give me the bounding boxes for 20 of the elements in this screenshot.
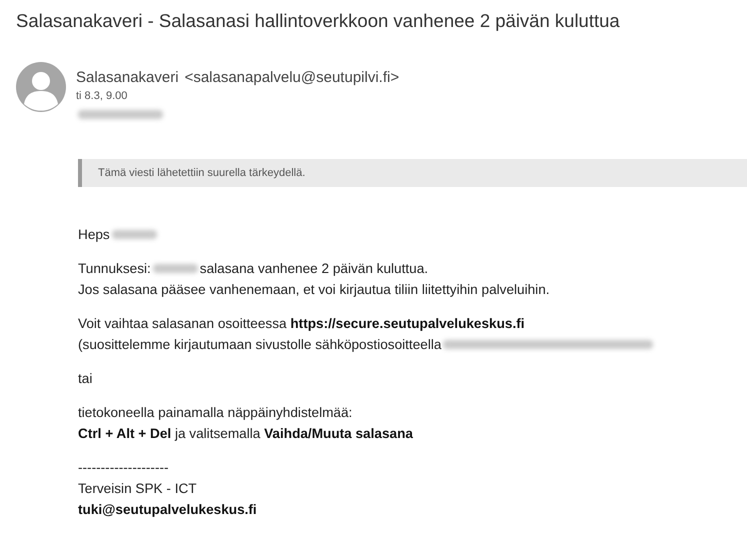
- body-text: Ctrl + Alt + Del ja valitsemalla Vaihda/Muuta salasana: [78, 425, 413, 443]
- body-text: Terveisin SPK - ICT: [78, 480, 197, 498]
- email-subject: Salasanakaveri - Salasanasi hallintoverkkoon vanhenee 2 päivän kuluttua: [16, 9, 620, 33]
- body-text: tai: [78, 370, 92, 388]
- body-text: Heps: [78, 226, 110, 244]
- body-text: salasana vanhenee 2 päivän kuluttua.: [200, 260, 428, 278]
- body-text: tietokoneella painamalla näppäinyhdistelmää:: [78, 404, 352, 422]
- sender-email: <salasanapalvelu@seutupilvi.fi>: [184, 68, 400, 88]
- body-text: --------------------: [78, 459, 169, 477]
- redacted-text: [152, 264, 198, 273]
- sender-name: Salasanakaveri: [76, 68, 179, 88]
- avatar-icon: [16, 62, 66, 112]
- body-text: (suosittelemme kirjautumaan sivustolle sähköpostiosoitteella: [78, 336, 442, 354]
- body-text: Tunnuksesi:: [78, 260, 151, 278]
- body-text: Voit vaihtaa salasanan osoitteessa https://secure.seutupalvelukeskus.fi: [78, 315, 525, 333]
- redacted-text: [112, 230, 157, 239]
- sent-date: ti 8.3, 9.00: [76, 89, 128, 104]
- importance-notice: Tämä viesti lähetettiin suurella tärkeydellä.: [78, 159, 747, 187]
- body-text: tuki@seutupalvelukeskus.fi: [78, 501, 257, 519]
- body-text: Jos salasana pääsee vanhenemaan, et voi kirjautua tiliin liitettyihin palveluihin.: [78, 281, 550, 299]
